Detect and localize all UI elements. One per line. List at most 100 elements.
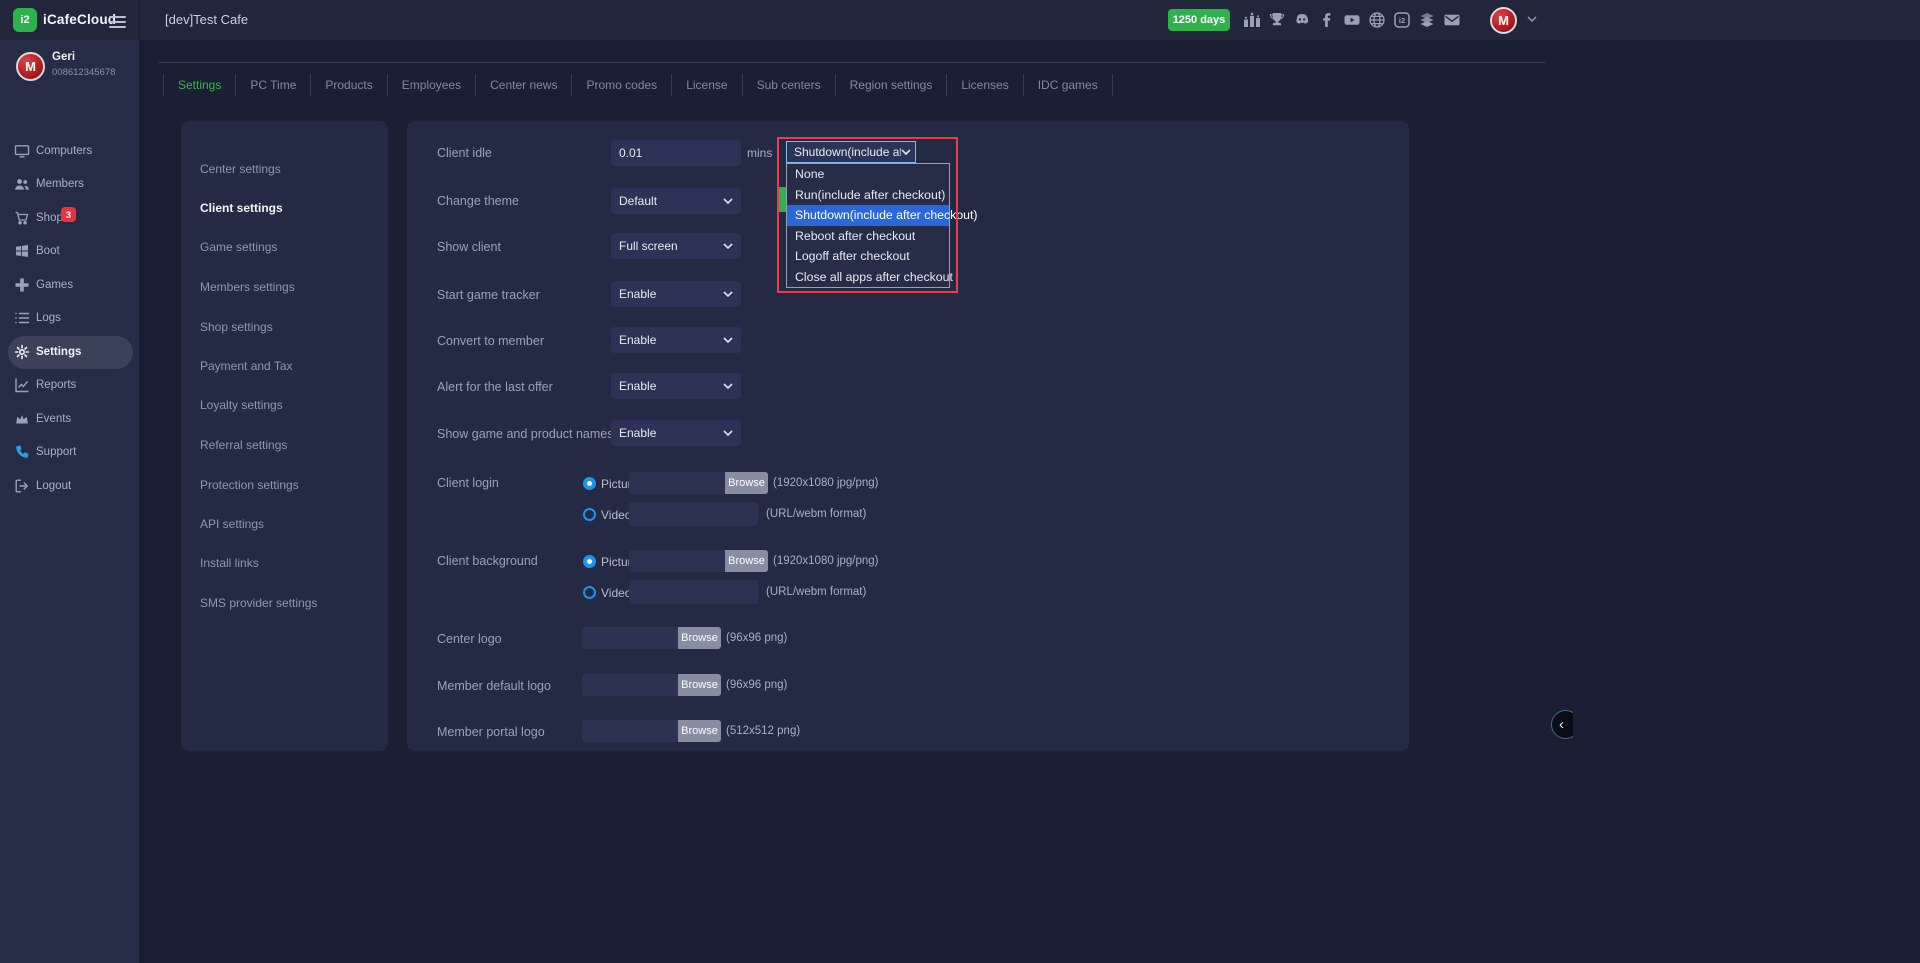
globe-icon[interactable] — [1368, 11, 1386, 29]
nav-api-settings[interactable]: API settings — [200, 512, 370, 536]
client-background-picture-path-input[interactable] — [629, 550, 725, 572]
sidebar-item-settings[interactable]: Settings — [0, 338, 139, 366]
nav-game-settings[interactable]: Game settings — [200, 235, 370, 259]
sidebar-item-support[interactable]: Support — [0, 438, 139, 466]
nav-members-settings[interactable]: Members settings — [200, 275, 370, 299]
tab-employees[interactable]: Employees — [387, 74, 475, 96]
dropdown-option-run[interactable]: Run(include after checkout) — [787, 185, 949, 206]
client-idle-action-select[interactable]: Shutdown(include after checkout) — [786, 141, 916, 163]
tab-products[interactable]: Products — [310, 74, 386, 96]
client-login-picture-browse-button[interactable]: Browse — [725, 472, 768, 494]
client-background-picture-hint: (1920x1080 jpg/png) — [773, 555, 879, 567]
tab-licenses[interactable]: Licenses — [946, 74, 1022, 96]
brand-logo-icon: i2 — [13, 8, 37, 32]
layers-icon[interactable] — [1418, 11, 1436, 29]
sidebar-item-games[interactable]: Games — [0, 271, 139, 299]
client-login-video-hint: (URL/webm format) — [766, 508, 866, 520]
tab-license[interactable]: License — [671, 74, 741, 96]
dropdown-option-shutdown[interactable]: Shutdown(include after checkout) — [787, 205, 949, 226]
gear-icon — [14, 344, 30, 360]
client-idle-input[interactable] — [611, 140, 741, 166]
nav-loyalty-settings[interactable]: Loyalty settings — [200, 393, 370, 417]
alert-last-offer-select[interactable]: Enable — [611, 373, 741, 399]
sidebar-item-computers[interactable]: Computers — [0, 137, 139, 165]
client-login-video-url-input[interactable] — [629, 502, 758, 526]
settings-nav-panel: Center settings Client settings Game set… — [181, 121, 388, 751]
tab-pc-time[interactable]: PC Time — [235, 74, 310, 96]
user-avatar[interactable]: M — [1490, 7, 1517, 34]
nav-shop-settings[interactable]: Shop settings — [200, 315, 370, 339]
tab-promo-codes[interactable]: Promo codes — [571, 74, 671, 96]
icafecloud-icon[interactable]: i2 — [1393, 11, 1411, 29]
sidebar-user-avatar: M — [16, 52, 45, 81]
tab-center-news[interactable]: Center news — [475, 74, 571, 96]
facebook-icon[interactable] — [1318, 11, 1336, 29]
header-icon-row: i2 — [1243, 11, 1461, 29]
nav-referral-settings[interactable]: Referral settings — [200, 433, 370, 457]
show-game-product-names-select[interactable]: Enable — [611, 420, 741, 446]
show-client-select[interactable]: Full screen — [611, 233, 741, 259]
start-game-tracker-label: Start game tracker — [437, 288, 540, 302]
client-login-video-radio[interactable] — [583, 508, 596, 521]
change-theme-select[interactable]: Default — [611, 188, 741, 214]
member-default-logo-browse-button[interactable]: Browse — [678, 674, 721, 696]
dropdown-option-logoff[interactable]: Logoff after checkout — [787, 246, 949, 267]
ranking-icon[interactable] — [1243, 11, 1261, 29]
nav-protection-settings[interactable]: Protection settings — [200, 473, 370, 497]
collapse-chevron-button[interactable]: ‹ — [1551, 710, 1573, 739]
sidebar-item-reports[interactable]: Reports — [0, 371, 139, 399]
dropdown-option-none[interactable]: None — [787, 164, 949, 185]
member-portal-logo-hint: (512x512 png) — [726, 725, 800, 737]
chevron-down-icon — [723, 198, 733, 205]
brand-name: iCafeCloud — [43, 0, 116, 40]
client-background-video-radio-label: Video — [601, 586, 631, 600]
client-background-picture-browse-button[interactable]: Browse — [725, 550, 768, 572]
mail-icon[interactable] — [1443, 11, 1461, 29]
client-login-picture-hint: (1920x1080 jpg/png) — [773, 477, 879, 489]
tab-settings[interactable]: Settings — [163, 74, 235, 96]
sidebar-item-boot[interactable]: Boot — [0, 237, 139, 265]
trophy-icon[interactable] — [1268, 11, 1286, 29]
sidebar-item-logs[interactable]: Logs — [0, 304, 139, 332]
tab-sub-centers[interactable]: Sub centers — [742, 74, 835, 96]
chart-icon — [14, 377, 30, 393]
nav-install-links[interactable]: Install links — [200, 551, 370, 575]
discord-icon[interactable] — [1293, 11, 1311, 29]
sidebar-item-shop[interactable]: Shop 3 — [0, 204, 139, 232]
youtube-icon[interactable] — [1343, 11, 1361, 29]
alert-last-offer-label: Alert for the last offer — [437, 380, 553, 394]
client-background-picture-radio[interactable] — [583, 555, 596, 568]
nav-sms-provider-settings[interactable]: SMS provider settings — [200, 591, 370, 615]
client-login-picture-path-input[interactable] — [629, 472, 725, 494]
nav-client-settings[interactable]: Client settings — [200, 196, 370, 220]
tab-region-settings[interactable]: Region settings — [835, 74, 947, 96]
client-background-video-radio[interactable] — [583, 586, 596, 599]
hamburger-menu-icon[interactable] — [109, 13, 126, 27]
center-logo-path-input[interactable] — [582, 627, 678, 649]
sidebar-item-label: Members — [36, 170, 84, 198]
client-background-video-url-input[interactable] — [629, 580, 758, 604]
sidebar-item-members[interactable]: Members — [0, 170, 139, 198]
client-login-picture-radio[interactable] — [583, 477, 596, 490]
member-portal-logo-path-input[interactable] — [582, 720, 678, 742]
dropdown-option-reboot[interactable]: Reboot after checkout — [787, 226, 949, 247]
days-remaining-badge[interactable]: 1250 days — [1168, 9, 1230, 31]
tab-idc-games[interactable]: IDC games — [1023, 74, 1113, 96]
show-game-product-names-value: Enable — [619, 426, 656, 440]
sidebar-item-logout[interactable]: Logout — [0, 472, 139, 500]
sidebar-item-events[interactable]: Events — [0, 405, 139, 433]
shop-count-badge: 3 — [61, 207, 76, 222]
dropdown-option-close-all-apps[interactable]: Close all apps after checkout — [787, 267, 949, 288]
client-background-video-hint: (URL/webm format) — [766, 586, 866, 598]
nav-center-settings[interactable]: Center settings — [200, 157, 370, 181]
member-portal-logo-browse-button[interactable]: Browse — [678, 720, 721, 742]
start-game-tracker-select[interactable]: Enable — [611, 281, 741, 307]
sidebar-item-label: Reports — [36, 371, 76, 399]
convert-to-member-select[interactable]: Enable — [611, 327, 741, 353]
sidebar-item-label: Logout — [36, 472, 71, 500]
member-default-logo-path-input[interactable] — [582, 674, 678, 696]
alert-last-offer-value: Enable — [619, 379, 656, 393]
center-logo-browse-button[interactable]: Browse — [678, 627, 721, 649]
user-menu-chevron-icon[interactable] — [1527, 16, 1537, 23]
nav-payment-and-tax[interactable]: Payment and Tax — [200, 354, 370, 378]
